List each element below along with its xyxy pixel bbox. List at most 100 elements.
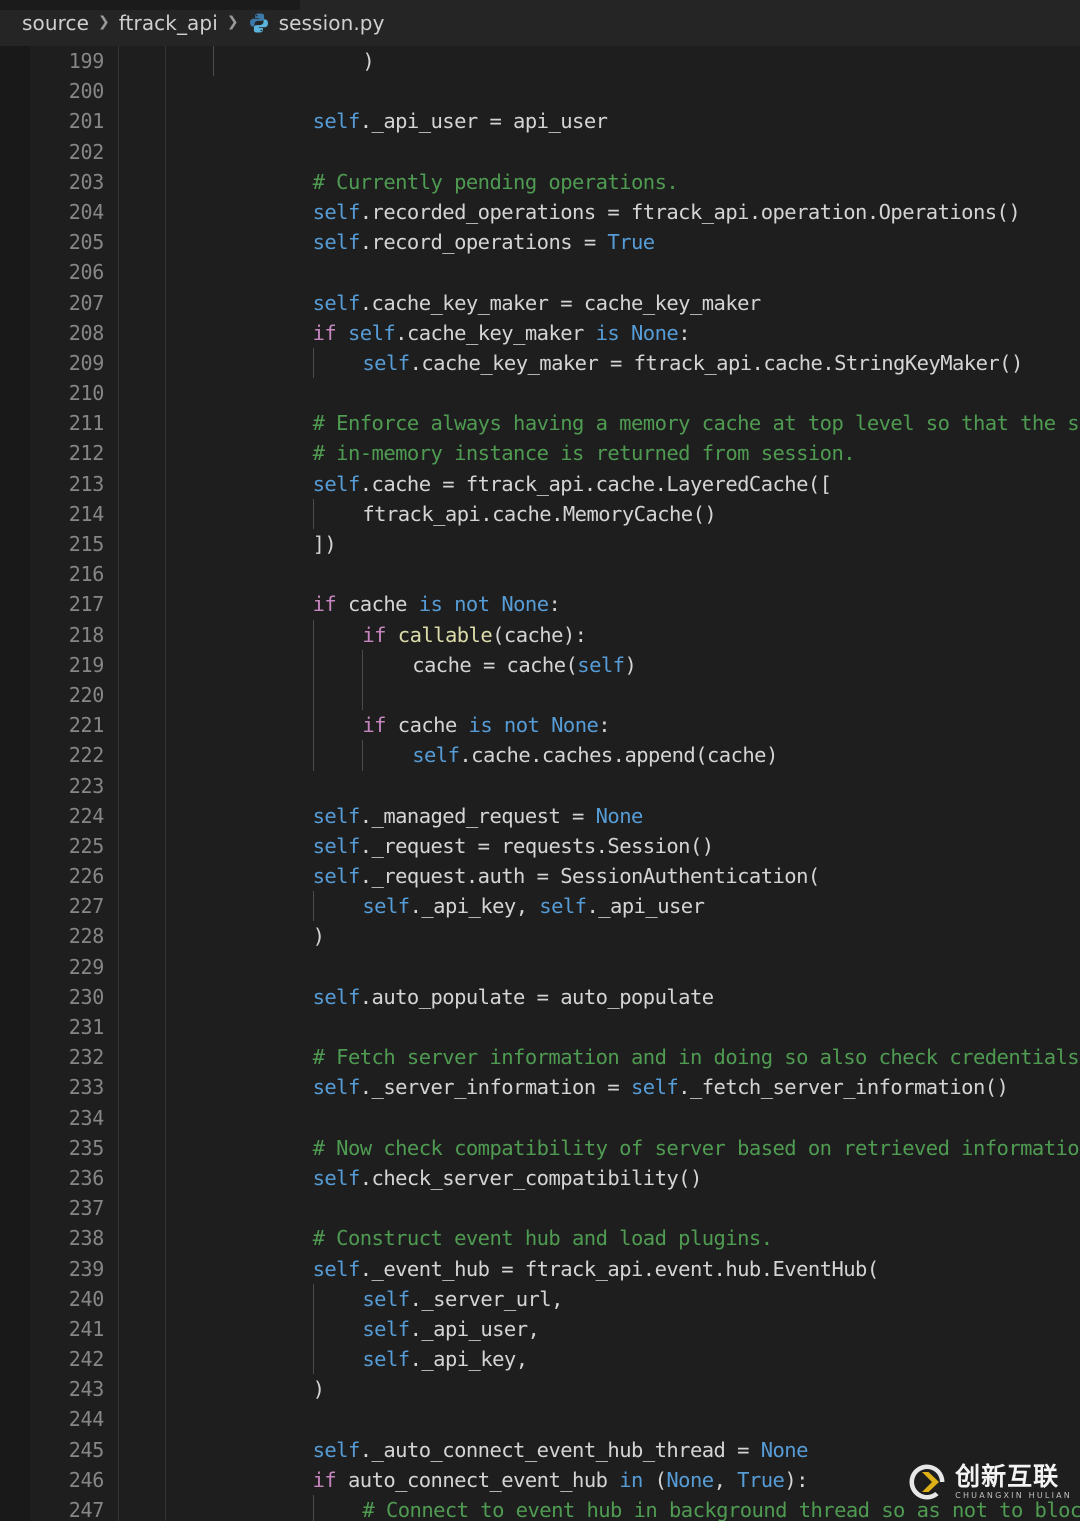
code-line[interactable]: 213 self.cache = ftrack_api.cache.Layered… [0, 469, 1080, 499]
code-line[interactable]: 204 self.recorded_operations = ftrack_api… [0, 197, 1080, 227]
code-line[interactable]: 210 [0, 378, 1080, 408]
line-number: 247 [68, 1498, 105, 1521]
code-line[interactable]: 220 [0, 679, 1080, 711]
code-line[interactable]: 199) [0, 46, 1080, 77]
code-line[interactable]: 228) [0, 921, 1080, 951]
line-number: 202 [68, 139, 105, 164]
code-line[interactable]: 205 self.record_operations = True [0, 227, 1080, 257]
line-number: 241 [68, 1316, 105, 1341]
breadcrumb-item-source[interactable]: source [22, 11, 89, 35]
code-text: cache = cache(self) [412, 650, 637, 680]
code-line[interactable]: 222 self.cache.caches.append(cache) [0, 740, 1080, 771]
code-token: ._api_key, [409, 1347, 528, 1372]
code-line[interactable]: 211 # Enforce always having a memory cach… [0, 408, 1080, 438]
code-text: ]) [313, 529, 337, 559]
code-line[interactable]: 237 [0, 1193, 1080, 1223]
code-text: ) [313, 921, 325, 951]
code-line[interactable]: 203 # Currently pending operations. [0, 167, 1080, 197]
code-line[interactable]: 218 if callable(cache): [0, 619, 1080, 650]
code-line[interactable]: 200 [0, 76, 1080, 106]
code-line[interactable]: 201 self._api_user = api_user [0, 106, 1080, 136]
code-line[interactable]: 224 self._managed_request = None [0, 801, 1080, 831]
code-line[interactable]: 242 self._api_key, [0, 1344, 1080, 1375]
code-line[interactable]: 227 self._api_key, self._api_user [0, 891, 1080, 922]
code-line[interactable]: 208 if self.cache_key_maker is None: [0, 318, 1080, 348]
code-line[interactable]: 216 [0, 559, 1080, 589]
breadcrumb-file-label: session.py [278, 11, 385, 35]
code-line[interactable]: 235 # Now check compatibility of server b… [0, 1133, 1080, 1163]
code-token: # Connect to event hub in background thr… [362, 1498, 1080, 1521]
code-token: self [362, 1286, 410, 1311]
breadcrumb-item-ftrack-api[interactable]: ftrack_api [119, 11, 218, 35]
code-line[interactable]: 229 [0, 952, 1080, 982]
code-line[interactable]: 207 self.cache_key_maker = cache_key_make… [0, 288, 1080, 318]
code-token: self [312, 803, 361, 828]
line-number: 204 [68, 199, 105, 224]
code-line[interactable]: 246 if auto_connect_event_hub in (None, T… [0, 1465, 1080, 1495]
code-token: None [501, 592, 549, 617]
code-token: .cache_key_maker = ftrack_api.cache.Stri… [409, 350, 1024, 375]
code-line[interactable]: 247 # Connect to event hub in background … [0, 1495, 1080, 1521]
code-token: .recorded_operations = ftrack_api.operat… [359, 199, 1021, 224]
code-line[interactable]: 206 [0, 257, 1080, 287]
line-number: 224 [68, 803, 105, 828]
code-token: self [630, 1075, 679, 1100]
code-line[interactable]: 226 self._request.auth = SessionAuthentic… [0, 861, 1080, 891]
line-number: 216 [68, 562, 105, 587]
line-number: 219 [68, 652, 105, 677]
code-line[interactable]: 245 self._auto_connect_event_hub_thread =… [0, 1435, 1080, 1465]
code-line[interactable]: 231 [0, 1012, 1080, 1042]
code-line[interactable]: 238 # Construct event hub and load plugin… [0, 1223, 1080, 1253]
code-line[interactable]: 241 self._api_user, [0, 1313, 1080, 1345]
code-line[interactable]: 217 if cache is not None: [0, 589, 1080, 619]
code-line[interactable]: 215]) [0, 529, 1080, 559]
line-number: 218 [68, 622, 105, 647]
code-line[interactable]: 209 self.cache_key_maker = ftrack_api.cac… [0, 347, 1080, 379]
code-line[interactable]: 243) [0, 1374, 1080, 1404]
indent-guide [312, 891, 314, 922]
code-token: None [760, 1437, 809, 1462]
code-text: self.cache = ftrack_api.cache.LayeredCac… [313, 469, 832, 499]
code-line[interactable]: 221 if cache is not None: [0, 710, 1080, 741]
code-token: self [312, 471, 361, 496]
code-token: ) [312, 924, 325, 949]
code-line[interactable]: 202 [0, 137, 1080, 167]
line-number: 205 [68, 230, 105, 255]
code-token: # in-memory instance is returned from se… [312, 441, 856, 466]
code-line[interactable]: 236 self.check_server_compatibility() [0, 1163, 1080, 1193]
code-line[interactable]: 230 self.auto_populate = auto_populate [0, 982, 1080, 1012]
breadcrumb-item-file[interactable]: session.py [248, 11, 385, 35]
code-token: ftrack_api.cache.MemoryCache() [362, 501, 717, 526]
line-number: 212 [68, 441, 105, 466]
line-number: 217 [68, 592, 105, 617]
code-text: if cache is not None: [313, 589, 561, 619]
code-token: cache = cache( [412, 652, 578, 677]
code-text: # Enforce always having a memory cache a… [313, 408, 1080, 438]
line-number: 243 [68, 1377, 105, 1402]
code-line[interactable]: 223 [0, 771, 1080, 801]
code-line[interactable]: 212 # in-memory instance is returned from… [0, 438, 1080, 468]
code-line[interactable]: 233 self._server_information = self._fetc… [0, 1072, 1080, 1102]
code-text: self.record_operations = True [313, 227, 656, 257]
code-line[interactable]: 239 self._event_hub = ftrack_api.event.hu… [0, 1254, 1080, 1284]
line-number: 246 [68, 1467, 105, 1492]
code-line[interactable]: 214 ftrack_api.cache.MemoryCache() [0, 498, 1080, 529]
code-line[interactable]: 234 [0, 1103, 1080, 1133]
code-token: : [548, 592, 561, 617]
code-text: self._server_information = self._fetch_s… [313, 1072, 1009, 1102]
code-line[interactable]: 225 self._request = requests.Session() [0, 831, 1080, 861]
code-token: ._managed_request = [359, 803, 596, 828]
code-line[interactable]: 232 # Fetch server information and in doi… [0, 1042, 1080, 1072]
code-token: self [312, 109, 361, 134]
code-token: None [595, 803, 644, 828]
line-number: 203 [68, 169, 105, 194]
code-line[interactable]: 244 [0, 1404, 1080, 1434]
code-editor[interactable]: 199) 200 201 self._api_user = api_user 202 20… [0, 46, 1080, 1521]
line-number: 200 [68, 79, 105, 104]
code-line[interactable]: 219 cache = cache(self) [0, 649, 1080, 680]
code-line[interactable]: 240 self._server_url, [0, 1283, 1080, 1314]
line-number: 225 [68, 833, 105, 858]
